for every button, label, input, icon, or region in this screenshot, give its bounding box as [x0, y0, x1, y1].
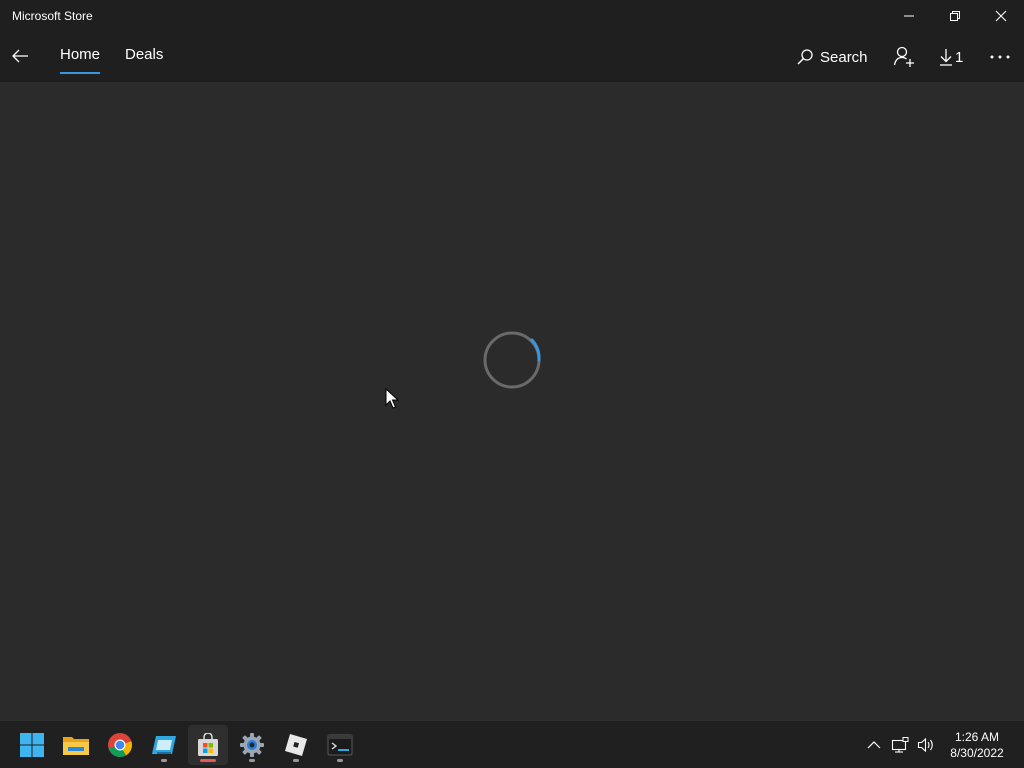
restore-button[interactable]	[932, 0, 978, 32]
taskbar-settings[interactable]	[232, 725, 272, 765]
mouse-cursor-icon	[385, 388, 399, 409]
search-icon	[797, 49, 813, 65]
network-button[interactable]	[890, 733, 910, 757]
clock-date: 8/30/2022	[950, 746, 1004, 760]
tab-deals[interactable]: Deals	[125, 46, 163, 74]
windows-logo-icon	[20, 733, 44, 757]
volume-icon	[917, 737, 933, 753]
restore-icon	[950, 11, 960, 21]
chrome-icon	[108, 733, 132, 757]
network-icon	[891, 737, 909, 753]
title-bar: Microsoft Store	[0, 0, 1024, 32]
tab-home[interactable]: Home	[60, 46, 100, 74]
running-indicator	[293, 759, 299, 762]
window-app-icon	[152, 736, 176, 754]
back-arrow-icon	[12, 49, 28, 63]
clock-time: 1:26 AM	[954, 730, 1000, 744]
loading-spinner	[483, 331, 541, 389]
minimize-icon	[904, 15, 914, 17]
active-indicator	[200, 759, 216, 762]
taskbar-terminal[interactable]	[320, 725, 360, 765]
store-window: Microsoft Store Home Deals Search 1	[0, 0, 1024, 720]
terminal-icon	[327, 734, 353, 756]
taskbar-app[interactable]	[144, 725, 184, 765]
taskbar-microsoft-store[interactable]	[188, 725, 228, 765]
close-icon	[995, 10, 1007, 22]
close-button[interactable]	[978, 0, 1024, 32]
search-label: Search	[820, 48, 868, 66]
minimize-button[interactable]	[886, 0, 932, 32]
search-button[interactable]: Search	[796, 42, 868, 72]
downloads-button[interactable]: 1	[938, 42, 963, 72]
gear-icon	[240, 733, 264, 757]
more-icon	[990, 55, 1010, 59]
taskbar: 1:26 AM 8/30/2022	[0, 720, 1024, 768]
clock[interactable]: 1:26 AM 8/30/2022	[942, 729, 1012, 761]
roblox-icon	[285, 734, 307, 756]
add-user-icon	[893, 46, 914, 67]
nav-bar: Home Deals Search 1	[0, 32, 1024, 82]
start-button[interactable]	[12, 725, 52, 765]
account-button[interactable]	[892, 42, 916, 72]
downloads-count: 1	[955, 48, 964, 66]
volume-button[interactable]	[916, 733, 936, 757]
window-title: Microsoft Store	[12, 9, 93, 23]
running-indicator	[337, 759, 343, 762]
taskbar-roblox[interactable]	[276, 725, 316, 765]
chevron-up-icon	[867, 741, 881, 749]
running-indicator	[161, 759, 167, 762]
folder-icon	[63, 737, 89, 755]
back-button[interactable]	[4, 38, 36, 74]
taskbar-chrome[interactable]	[100, 725, 140, 765]
download-icon	[940, 49, 952, 66]
active-tab-indicator	[60, 72, 100, 74]
show-hidden-icons-button[interactable]	[864, 733, 884, 757]
store-bag-icon	[198, 733, 218, 756]
taskbar-file-explorer[interactable]	[56, 725, 96, 765]
running-indicator	[249, 759, 255, 762]
more-options-button[interactable]	[986, 42, 1014, 72]
